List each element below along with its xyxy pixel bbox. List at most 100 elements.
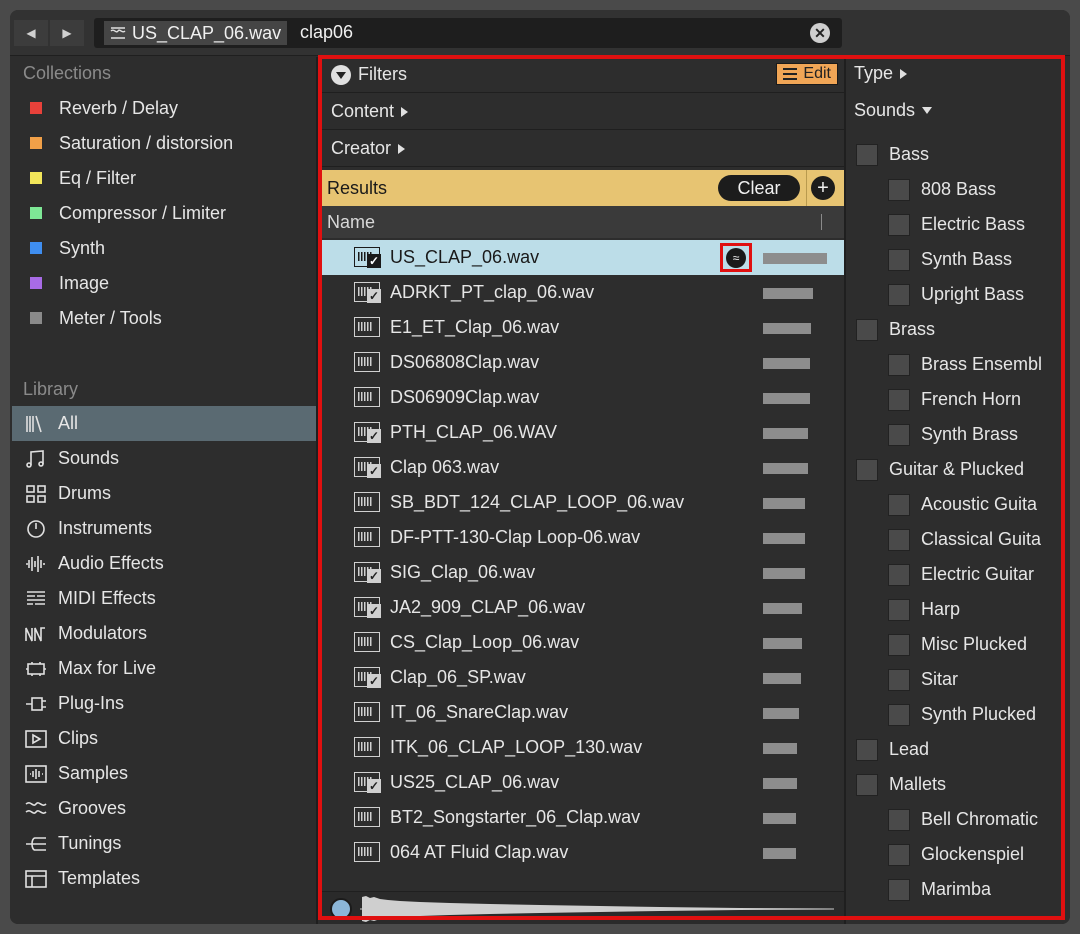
type-filter-item[interactable]: Mallets [856, 767, 1066, 802]
checkbox[interactable] [888, 353, 910, 376]
name-column-header[interactable]: Name [320, 206, 844, 238]
search-query[interactable]: clap06 [300, 22, 353, 43]
waveform-preview[interactable] [360, 895, 836, 923]
file-row[interactable]: ✓ PTH_CLAP_06.WAV [320, 415, 844, 450]
checkbox[interactable] [888, 668, 910, 691]
library-item-templates[interactable]: Templates [12, 861, 316, 896]
type-filter-item[interactable]: Misc Plucked [888, 627, 1058, 662]
checkbox[interactable] [888, 423, 910, 446]
file-row[interactable]: ✓ Clap 063.wav [320, 450, 844, 485]
collection-item[interactable]: Compressor / Limiter [30, 198, 226, 228]
add-button[interactable]: + [811, 176, 835, 200]
library-item-samples[interactable]: Samples [12, 756, 316, 791]
collapse-icon[interactable] [331, 64, 351, 85]
library-item-instruments[interactable]: Instruments [12, 511, 316, 546]
file-row[interactable]: DF-PTT-130-Clap Loop-06.wav [320, 520, 844, 555]
preview-toggle-icon[interactable] [330, 898, 352, 920]
library-item-plug-ins[interactable]: Plug-Ins [12, 686, 316, 721]
library-item-tunings[interactable]: Tunings [12, 826, 316, 861]
checkbox[interactable] [856, 773, 878, 796]
collection-item[interactable]: Meter / Tools [30, 303, 162, 333]
checkbox[interactable] [856, 143, 878, 166]
column-resize-handle[interactable] [821, 214, 822, 230]
checkbox[interactable] [856, 458, 878, 481]
collection-item[interactable]: Image [30, 268, 109, 298]
edit-button[interactable]: Edit [776, 63, 838, 85]
library-item-grooves[interactable]: Grooves [12, 791, 316, 826]
library-item-clips[interactable]: Clips [12, 721, 316, 756]
library-item-all[interactable]: All [12, 406, 316, 441]
type-filter-item[interactable]: Guitar & Plucked [856, 452, 1066, 487]
type-filter-item[interactable]: French Horn [888, 382, 1058, 417]
type-filter-item[interactable]: Harp [888, 592, 1058, 627]
type-filter-item[interactable]: Classical Guita [888, 522, 1058, 557]
search-tag[interactable]: US_CLAP_06.wav [104, 21, 288, 45]
file-row[interactable]: IT_06_SnareClap.wav [320, 695, 844, 730]
checkbox[interactable] [888, 248, 910, 271]
file-row[interactable]: DS06808Clap.wav [320, 345, 844, 380]
back-button[interactable]: ◀ [14, 20, 48, 46]
file-row[interactable]: BT2_Songstarter_06_Clap.wav [320, 800, 844, 835]
file-row[interactable]: CS_Clap_Loop_06.wav [320, 625, 844, 660]
file-row[interactable]: ✓ SIG_Clap_06.wav [320, 555, 844, 590]
checkbox[interactable] [888, 388, 910, 411]
type-filter-item[interactable]: Brass [856, 312, 1066, 347]
file-row[interactable]: ITK_06_CLAP_LOOP_130.wav [320, 730, 844, 765]
search-field[interactable]: US_CLAP_06.wav clap06 ✕ [94, 18, 842, 48]
file-row[interactable]: DS06909Clap.wav [320, 380, 844, 415]
type-filter-item[interactable]: Electric Guitar [888, 557, 1058, 592]
type-header[interactable]: Type [854, 63, 908, 84]
checkbox[interactable] [888, 843, 910, 866]
library-item-modulators[interactable]: Modulators [12, 616, 316, 651]
checkbox[interactable] [888, 878, 910, 901]
checkbox[interactable] [888, 283, 910, 306]
type-filter-item[interactable]: Marimba [888, 872, 1058, 907]
type-filter-item[interactable]: Glockenspiel [888, 837, 1058, 872]
file-row[interactable]: ✓ US_CLAP_06.wav ≈ [320, 240, 844, 275]
library-item-audio-effects[interactable]: Audio Effects [12, 546, 316, 581]
creator-filter[interactable]: Creator [320, 131, 844, 167]
library-item-sounds[interactable]: Sounds [12, 441, 316, 476]
checkbox[interactable] [856, 318, 878, 341]
library-item-drums[interactable]: Drums [12, 476, 316, 511]
type-filter-item[interactable]: 808 Bass [888, 172, 1058, 207]
checkbox[interactable] [888, 528, 910, 551]
file-row[interactable]: ✓ ADRKT_PT_clap_06.wav [320, 275, 844, 310]
checkbox[interactable] [888, 213, 910, 236]
checkbox[interactable] [888, 633, 910, 656]
file-row[interactable]: ✓ JA2_909_CLAP_06.wav [320, 590, 844, 625]
type-filter-item[interactable]: Acoustic Guita [888, 487, 1058, 522]
clear-search-button[interactable]: ✕ [810, 23, 830, 43]
type-filter-item[interactable]: Brass Ensembl [888, 347, 1058, 382]
filters-row[interactable]: Filters Edit [320, 57, 844, 93]
checkbox[interactable] [856, 738, 878, 761]
collection-item[interactable]: Synth [30, 233, 105, 263]
sounds-header[interactable]: Sounds [854, 100, 933, 121]
type-filter-item[interactable]: Synth Plucked [888, 697, 1058, 732]
checkbox[interactable] [888, 563, 910, 586]
checkbox[interactable] [888, 178, 910, 201]
type-filter-item[interactable]: Sitar [888, 662, 1058, 697]
library-item-midi-effects[interactable]: MIDI Effects [12, 581, 316, 616]
type-filter-item[interactable]: Upright Bass [888, 277, 1058, 312]
clear-results-button[interactable]: Clear [718, 175, 800, 201]
checkbox[interactable] [888, 493, 910, 516]
content-filter[interactable]: Content [320, 94, 844, 130]
collection-item[interactable]: Eq / Filter [30, 163, 136, 193]
collection-item[interactable]: Saturation / distorsion [30, 128, 233, 158]
collection-item[interactable]: Reverb / Delay [30, 93, 178, 123]
forward-button[interactable]: ▶ [50, 20, 84, 46]
type-filter-item[interactable]: Lead [856, 732, 1066, 767]
file-row[interactable]: ✓ US25_CLAP_06.wav [320, 765, 844, 800]
file-row[interactable]: E1_ET_Clap_06.wav [320, 310, 844, 345]
checkbox[interactable] [888, 808, 910, 831]
type-filter-item[interactable]: Synth Brass [888, 417, 1058, 452]
file-row[interactable]: 064 AT Fluid Clap.wav [320, 835, 844, 870]
file-row[interactable]: SB_BDT_124_CLAP_LOOP_06.wav [320, 485, 844, 520]
checkbox[interactable] [888, 598, 910, 621]
type-filter-item[interactable]: Synth Bass [888, 242, 1058, 277]
type-filter-item[interactable]: Bell Chromatic [888, 802, 1058, 837]
checkbox[interactable] [888, 703, 910, 726]
library-item-max-for-live[interactable]: Max for Live [12, 651, 316, 686]
groove-extract-button[interactable]: ≈ [720, 243, 752, 272]
